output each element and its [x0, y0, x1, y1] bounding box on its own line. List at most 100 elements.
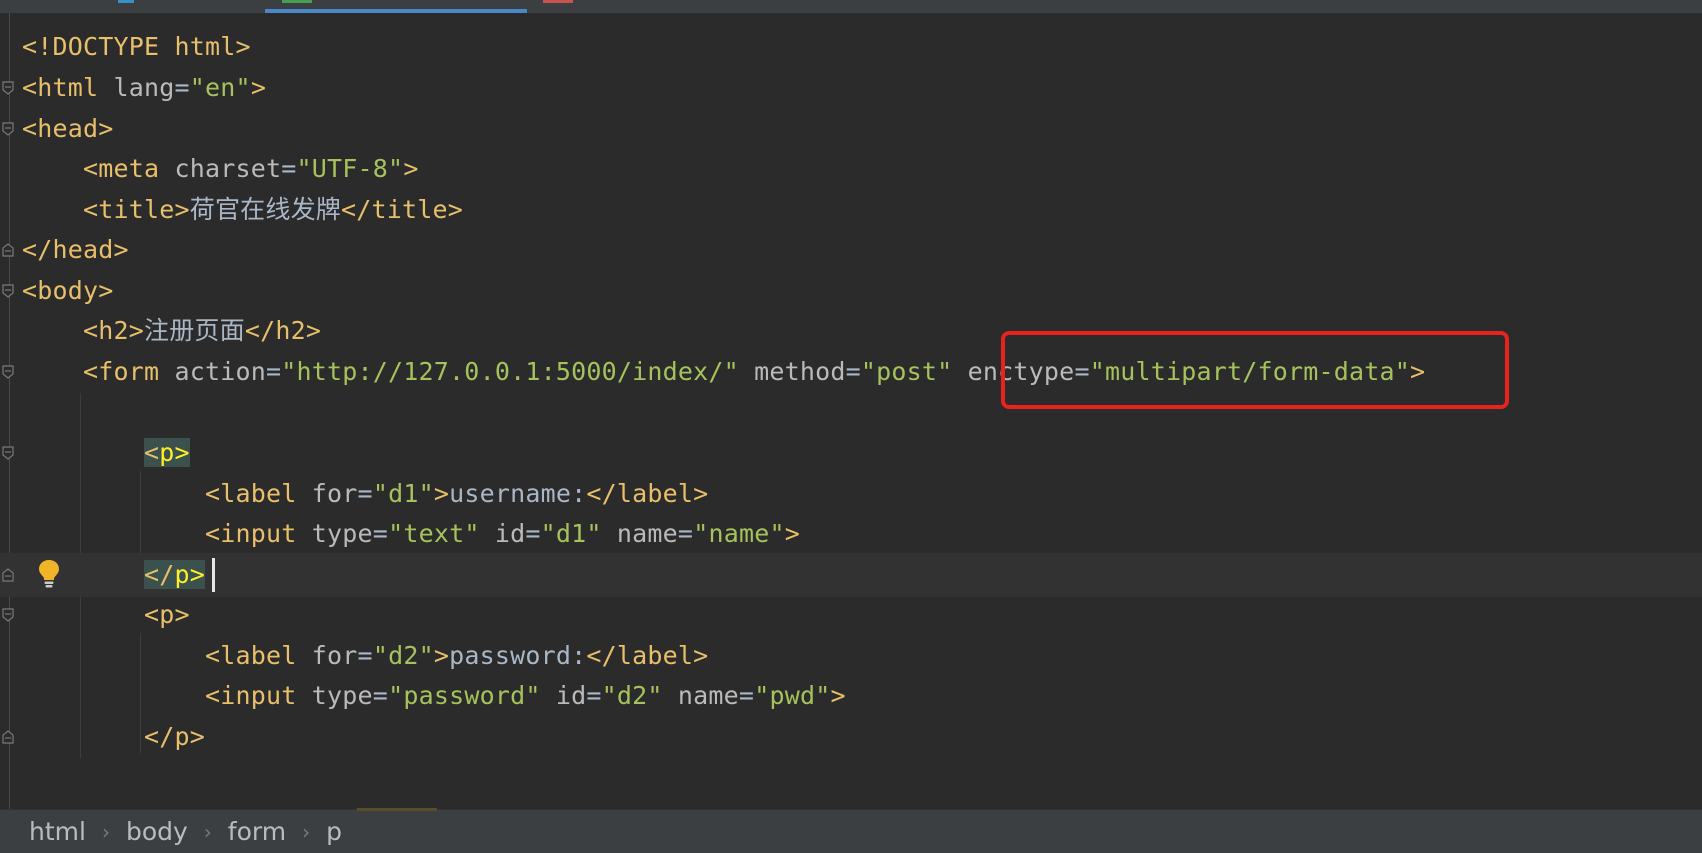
- code-line[interactable]: <input type="password" id="d2" name="pwd…: [0, 674, 1702, 718]
- code-token: >: [250, 73, 267, 102]
- scroll-marker[interactable]: [357, 808, 437, 811]
- code-token: method: [754, 357, 846, 386]
- code-token: 荷官在线发牌: [189, 195, 341, 224]
- code-token: >: [433, 479, 450, 508]
- code-token: password:: [449, 641, 587, 670]
- code-token: <p>: [22, 600, 190, 629]
- code-token: </h2>: [244, 316, 322, 345]
- code-token: <input: [22, 681, 312, 710]
- code-line[interactable]: <head>: [0, 107, 1702, 151]
- code-token: <html: [22, 73, 114, 102]
- tab-indicator-active-file[interactable]: [282, 0, 312, 3]
- code-token: type: [311, 681, 373, 710]
- chevron-right-icon: ›: [302, 819, 311, 844]
- code-line-text[interactable]: </p>: [22, 715, 205, 759]
- code-token: for: [311, 479, 358, 508]
- editor-tab-bar: [0, 0, 1702, 13]
- code-token: >: [830, 681, 846, 710]
- code-line-text[interactable]: <input type="password" id="d2" name="pwd…: [22, 674, 846, 718]
- fold-marker-icon[interactable]: [2, 446, 14, 460]
- fold-marker-icon[interactable]: [2, 730, 14, 744]
- code-token: "name": [693, 519, 785, 548]
- fold-marker-icon[interactable]: [2, 284, 14, 298]
- code-line[interactable]: <meta charset="UTF-8">: [0, 147, 1702, 191]
- code-line-text[interactable]: <h2>注册页面</h2>: [22, 309, 321, 353]
- code-token: >: [784, 519, 800, 548]
- code-token: "d2": [372, 641, 434, 670]
- code-token: "en": [189, 73, 251, 102]
- code-line[interactable]: <html lang="en">: [0, 66, 1702, 110]
- code-token: </label>: [586, 479, 709, 508]
- code-token: >: [403, 154, 419, 183]
- breadcrumb-item-p[interactable]: p: [320, 817, 348, 846]
- chevron-right-icon: ›: [203, 819, 212, 844]
- fold-marker-icon[interactable]: [2, 365, 14, 379]
- code-token-part: </: [144, 560, 175, 589]
- code-token: =: [372, 681, 389, 710]
- code-token-part: >: [174, 438, 190, 467]
- code-token: <h2>: [22, 316, 145, 345]
- code-line-text[interactable]: <title>荷官在线发牌</title>: [22, 188, 463, 232]
- code-line[interactable]: <body>: [0, 269, 1702, 313]
- code-line-text[interactable]: <label for="d1">username:</label>: [22, 472, 708, 516]
- code-token: <!DOCTYPE html>: [22, 32, 251, 61]
- code-line-text[interactable]: <input type="text" id="d1" name="name">: [22, 512, 800, 556]
- tab-indicator[interactable]: [543, 0, 573, 3]
- code-token: =: [677, 519, 694, 548]
- code-line[interactable]: </p>: [0, 553, 1702, 597]
- code-line[interactable]: </head>: [0, 228, 1702, 272]
- code-token: type: [311, 519, 373, 548]
- code-line[interactable]: <label for="d1">username:</label>: [0, 472, 1702, 516]
- code-line[interactable]: <input type="text" id="d1" name="name">: [0, 512, 1702, 556]
- code-line-text[interactable]: <!DOCTYPE html>: [22, 25, 251, 69]
- code-line[interactable]: </p>: [0, 715, 1702, 759]
- code-token: =: [845, 357, 861, 386]
- chevron-right-icon: ›: [101, 819, 110, 844]
- code-token: <label: [22, 479, 312, 508]
- code-line-text[interactable]: <body>: [22, 269, 114, 313]
- code-line[interactable]: <!DOCTYPE html>: [0, 25, 1702, 69]
- code-line[interactable]: <p>: [0, 593, 1702, 637]
- code-line-text[interactable]: <label for="d2">password:</label>: [22, 634, 708, 678]
- code-token: name: [677, 681, 739, 710]
- fold-marker-icon[interactable]: [2, 122, 14, 136]
- code-line-text[interactable]: <head>: [22, 107, 114, 151]
- code-line-text[interactable]: <html lang="en">: [22, 66, 266, 110]
- code-line[interactable]: <title>荷官在线发牌</title>: [0, 188, 1702, 232]
- code-token-part: <: [144, 438, 160, 467]
- code-token: username:: [449, 479, 587, 508]
- text-caret: [212, 558, 215, 592]
- code-line-text[interactable]: <meta charset="UTF-8">: [22, 147, 419, 191]
- code-token: =: [372, 519, 389, 548]
- code-token: </title>: [340, 195, 463, 224]
- fold-marker-icon[interactable]: [2, 81, 14, 95]
- code-token: "UTF-8": [296, 154, 404, 183]
- annotation-highlight-box: [1001, 331, 1509, 409]
- code-editor[interactable]: <!DOCTYPE html> <html lang="en"> <head> <m…: [0, 13, 1702, 809]
- code-line[interactable]: <label for="d2">password:</label>: [0, 634, 1702, 678]
- intention-bulb-icon[interactable]: [36, 558, 62, 590]
- breadcrumb-item-html[interactable]: html: [0, 817, 92, 846]
- code-line-text[interactable]: <p>: [22, 431, 190, 475]
- code-token: "post": [860, 357, 953, 386]
- code-token: =: [357, 479, 373, 508]
- code-token: =: [738, 681, 755, 710]
- code-line[interactable]: <p>: [0, 431, 1702, 475]
- code-token: name: [616, 519, 678, 548]
- code-token: </head>: [22, 235, 129, 264]
- fold-marker-icon[interactable]: [2, 568, 14, 582]
- breadcrumb-item-body[interactable]: body: [120, 817, 194, 846]
- code-line-text[interactable]: </head>: [22, 228, 129, 272]
- code-line-text[interactable]: <p>: [22, 593, 190, 637]
- code-token: =: [281, 154, 297, 183]
- breadcrumb-item-form[interactable]: form: [222, 817, 292, 846]
- fold-marker-icon[interactable]: [2, 608, 14, 622]
- tab-indicator[interactable]: [118, 0, 134, 3]
- fold-marker-icon[interactable]: [2, 243, 14, 257]
- code-token: "d2": [601, 681, 663, 710]
- code-token-part: p: [159, 438, 175, 467]
- code-token: =: [174, 73, 190, 102]
